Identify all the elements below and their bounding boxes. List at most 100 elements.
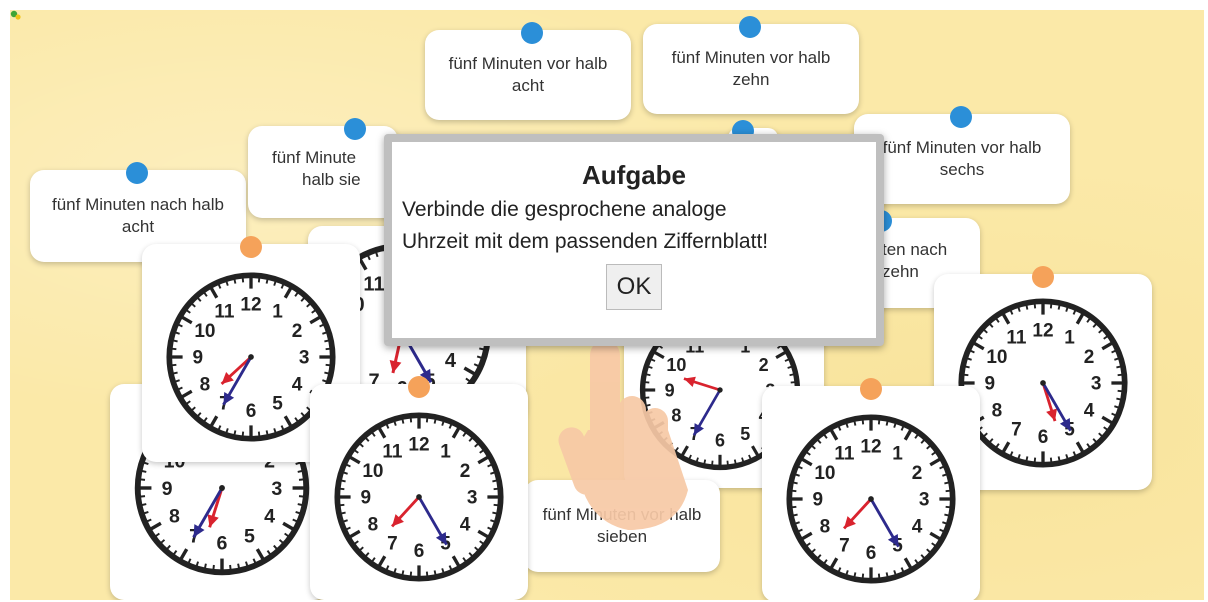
- clock-number: 8: [820, 516, 831, 537]
- clock-number: 9: [361, 488, 372, 509]
- clock-tick: [140, 478, 146, 481]
- clock-face: 121234567891011: [786, 414, 956, 584]
- clock-number: 8: [992, 400, 1003, 421]
- pin-icon: [739, 16, 761, 38]
- clock-number: 10: [194, 321, 215, 342]
- clock-tick: [265, 430, 269, 436]
- clock-tick: [237, 563, 241, 569]
- clock-tick: [203, 563, 207, 569]
- clock-number: 6: [414, 541, 425, 562]
- clock-number: 2: [1084, 347, 1095, 368]
- clock-number: 10: [814, 463, 835, 484]
- clock-number: 11: [363, 274, 384, 296]
- clock-number: 7: [839, 536, 850, 557]
- clock-tick: [298, 478, 304, 481]
- pin-icon: [126, 162, 148, 184]
- clock-number: 7: [387, 534, 398, 555]
- clock-tick: [789, 373, 795, 377]
- clock-tick: [944, 481, 950, 485]
- clock-number: 3: [467, 488, 478, 509]
- clock-number: 3: [271, 478, 282, 500]
- label-text: fünf Minuten vor halb sechs: [882, 138, 1042, 179]
- pin-icon: [1032, 266, 1054, 288]
- clock-tick: [141, 469, 147, 473]
- puzzle-icon: [10, 10, 21, 20]
- ok-button[interactable]: OK: [606, 264, 662, 310]
- label-card-1[interactable]: fünf Minuten vor halb acht: [425, 22, 631, 120]
- label-text: fünf Minuten vor halb acht: [448, 54, 608, 95]
- label-card-2[interactable]: fünf Minuten vor halb zehn: [643, 16, 859, 114]
- clock-number: 1: [440, 442, 451, 463]
- clock-center: [219, 485, 225, 491]
- clock-number: 2: [460, 461, 471, 482]
- clock-number: 4: [292, 374, 303, 395]
- clock-number: 9: [193, 348, 204, 369]
- clock-tick: [340, 479, 346, 483]
- clock-tick: [853, 572, 857, 578]
- clock-tick: [733, 459, 737, 465]
- clock-number: 4: [264, 505, 275, 527]
- clock-card-6[interactable]: 121234567891011: [310, 376, 528, 600]
- clock-center: [868, 496, 874, 502]
- clock-number: 5: [272, 394, 283, 415]
- clock-number: 6: [715, 431, 725, 451]
- label-text: fünf Minuten nach halb acht: [51, 195, 224, 236]
- clock-number: 1: [272, 302, 283, 323]
- clock-number: 9: [162, 478, 173, 500]
- clock-tick: [792, 481, 798, 485]
- clock-tick: [172, 339, 178, 343]
- clock-tick: [401, 570, 405, 576]
- clock-tick: [944, 513, 950, 517]
- clock-tick: [324, 371, 330, 375]
- dialog-title: Aufgabe: [582, 160, 686, 190]
- dialog-text-line-1: Verbinde die gesprochene analoge: [402, 198, 727, 221]
- clock-tick: [324, 339, 330, 343]
- clock-tick: [298, 495, 304, 498]
- clock-number: 9: [813, 490, 824, 511]
- clock-center: [717, 387, 723, 393]
- clock-number: 6: [246, 401, 257, 422]
- clock-face: 121234567891011: [334, 412, 504, 582]
- clock-tick: [297, 503, 303, 507]
- clock-tick: [233, 430, 237, 436]
- clock-number: 12: [240, 294, 261, 315]
- clock-number: 4: [912, 516, 923, 537]
- pin-icon: [860, 378, 882, 400]
- label-card-3[interactable]: fünf Minuten vor halb sechs: [854, 106, 1070, 204]
- clock-center: [248, 354, 254, 360]
- clock-number: 11: [1006, 328, 1027, 349]
- clock-tick: [340, 511, 346, 515]
- clock-number: 2: [912, 463, 923, 484]
- clock-number: 3: [299, 348, 310, 369]
- clock-card-7[interactable]: 121234567891011: [762, 378, 980, 600]
- clock-tick: [1057, 456, 1061, 462]
- clock-center: [416, 494, 422, 500]
- clock-number: 6: [1038, 427, 1049, 448]
- clock-tick: [172, 371, 178, 375]
- clock-tick: [1116, 397, 1122, 401]
- dialog-text-line-2: Uhrzeit mit dem passenden Ziffernblatt!: [402, 230, 769, 253]
- label-text: halb sie: [302, 170, 361, 189]
- label-text: fünf Minuten vor halb zehn: [671, 48, 831, 89]
- clock-number: 4: [445, 350, 457, 372]
- clock-number: 10: [362, 461, 383, 482]
- clock-tick: [140, 495, 146, 498]
- clock-number: 3: [1091, 374, 1102, 395]
- pin-icon: [408, 376, 430, 398]
- clock-number: 1: [892, 444, 903, 465]
- clock-tick: [492, 511, 498, 515]
- clock-center: [1040, 380, 1046, 386]
- clock-tick: [433, 570, 437, 576]
- clock-number: 11: [834, 444, 855, 465]
- clock-number: 7: [1011, 420, 1022, 441]
- clock-number: 4: [1084, 400, 1095, 421]
- clock-tick: [1025, 456, 1029, 462]
- clock-tick: [492, 479, 498, 483]
- pointing-hand-icon: [558, 340, 688, 530]
- pin-icon: [950, 106, 972, 128]
- clock-number: 8: [200, 374, 211, 395]
- clock-number: 9: [985, 374, 996, 395]
- clock-number: 11: [382, 442, 403, 463]
- label-card-5[interactable]: fünf Minute halb sie: [248, 118, 398, 218]
- clock-number: 6: [866, 543, 877, 564]
